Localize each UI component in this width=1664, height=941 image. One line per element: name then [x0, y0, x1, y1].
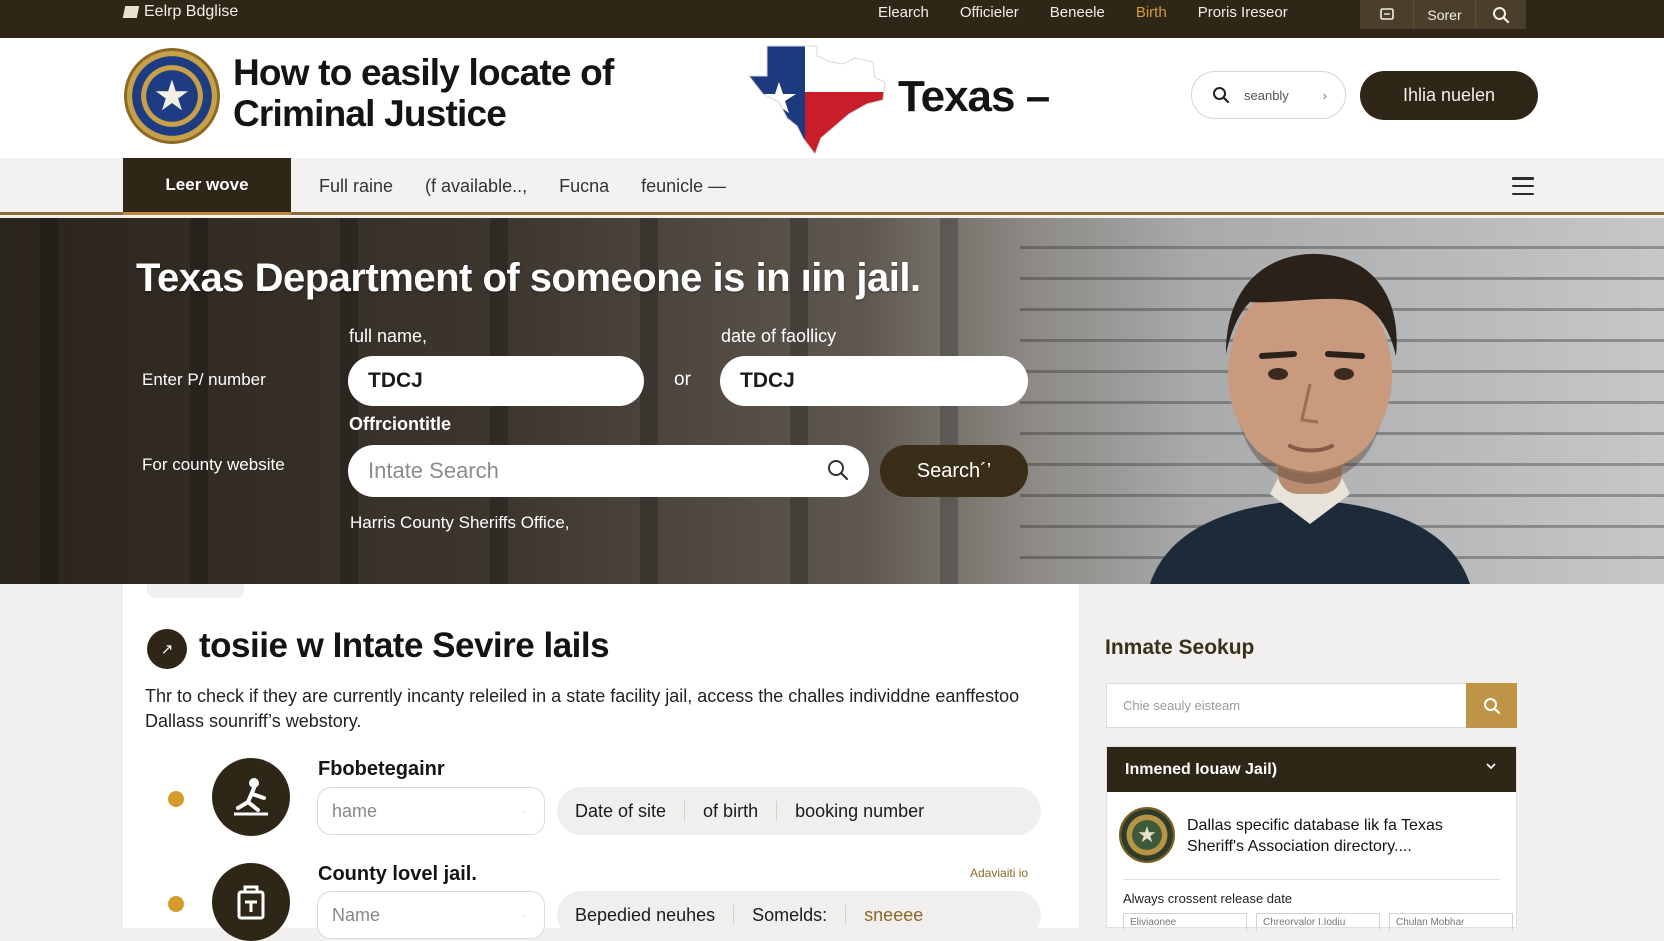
texas-flag-map-icon: [747, 45, 886, 156]
name-input-2[interactable]: Name ·: [317, 891, 545, 939]
tdcj-date-input[interactable]: TDCJ: [720, 356, 1028, 406]
name-input-1-placeholder: hame: [332, 800, 378, 821]
main-nav: Leer wove Full raine (f available.., Fuc…: [0, 158, 1664, 215]
jail-directory-card: Inmened Iouaw Jail) ★ Dallas specific da…: [1106, 746, 1517, 931]
or-separator: or: [674, 369, 691, 390]
hero-headline: Texas Department of someone is in ıin ja…: [136, 256, 921, 300]
search-icon: [1213, 87, 1230, 104]
header-search[interactable]: seanbly ›: [1191, 71, 1346, 119]
hero-banner: Texas Department of someone is in ıin ja…: [0, 218, 1664, 584]
sidebar-search-input[interactable]: Chie seauly eisteam: [1106, 683, 1517, 728]
state-label: Texas –: [898, 72, 1050, 121]
arrow-up-right-icon: ↗: [147, 629, 187, 669]
message-button[interactable]: [1360, 0, 1414, 29]
top-link-elearch[interactable]: Elearch: [878, 4, 929, 21]
nav-item-available[interactable]: (f available..,: [425, 176, 527, 197]
chip-of-birth[interactable]: of birth: [685, 801, 778, 821]
top-search-button[interactable]: [1476, 0, 1526, 29]
flag-icon: [122, 6, 140, 18]
brand-label: Eelrp Bdglise: [144, 3, 239, 20]
chevron-right-icon: ›: [1322, 87, 1327, 103]
chip-sneeee[interactable]: sneeee: [846, 905, 941, 925]
jail-building-icon: [212, 863, 290, 941]
header-search-text: seanbly: [1244, 87, 1289, 103]
chip-somelds[interactable]: Somelds:: [734, 905, 847, 925]
row-meta-2: Adaviaiti io: [970, 866, 1029, 880]
search-icon: [1483, 697, 1500, 714]
section-title: tosiie w Intate Sevire lails: [199, 626, 610, 665]
site-header: ★ How to easily locate of Criminal Justi…: [0, 38, 1664, 158]
tdcj-number-value: TDCJ: [368, 369, 423, 392]
top-link-birth[interactable]: Birth: [1136, 4, 1167, 21]
sheriff-badge-icon: ★: [1119, 807, 1175, 863]
brand[interactable]: Eelrp Bdglise: [122, 0, 239, 24]
release-note: Always crossent release date: [1123, 891, 1293, 906]
top-link-officieler[interactable]: Officieler: [960, 4, 1019, 21]
sidebar-search-placeholder: Chie seauly eisteam: [1123, 698, 1241, 713]
search-icon: [828, 460, 849, 481]
save-label: Sorer: [1427, 6, 1462, 23]
mini-field-1[interactable]: Eliviaonee: [1123, 913, 1247, 931]
name-input-1[interactable]: hame ·: [317, 787, 545, 835]
row-title-1: Fbobetegainr: [318, 758, 445, 780]
message-icon: [1379, 7, 1394, 20]
nav-item-fucna[interactable]: Fucna: [559, 176, 609, 197]
filter-chips-2: Bepedied neuhes Somelds: sneeee: [557, 891, 1041, 939]
sidebar-search-button[interactable]: [1466, 683, 1517, 728]
nav-item-feunicle[interactable]: feunicle —: [641, 176, 726, 197]
card-tab: [147, 584, 244, 598]
chip-bepedied[interactable]: Bepedied neuhes: [557, 905, 735, 925]
label-official: Offrciontitle: [349, 414, 451, 434]
mini-field-3[interactable]: Chulan Mobhar: [1389, 913, 1513, 931]
mini-field-2[interactable]: Chreorvalor I.Iodiu: [1256, 913, 1380, 931]
top-link-beneele[interactable]: Beneele: [1050, 4, 1105, 21]
bullet-dot: [168, 791, 184, 807]
chip-booking-number[interactable]: booking number: [777, 801, 942, 821]
top-actions: Sorer: [1360, 0, 1526, 29]
row-title-2: County lovel jail.: [318, 863, 477, 885]
search-icon: [1493, 6, 1510, 23]
inmate-search-input[interactable]: Intate Search: [348, 445, 869, 497]
label-date: date of faollicy: [721, 326, 837, 346]
top-link-proris[interactable]: Proris Ireseor: [1198, 4, 1288, 21]
star-icon: ★: [153, 72, 191, 119]
chip-date-of-site[interactable]: Date of site: [557, 801, 686, 821]
top-utility-bar: Eelrp Bdglise Elearch Officieler Beneele…: [0, 0, 1664, 38]
sidebar-title: Inmate Seokup: [1105, 636, 1255, 659]
mini-fields: Eliviaonee Chreorvalor I.Iodiu Chulan Mo…: [1123, 913, 1513, 931]
nav-item-active[interactable]: Leer wove: [123, 158, 291, 215]
tdcj-number-input[interactable]: TDCJ: [348, 356, 644, 406]
directory-description[interactable]: Dallas specific database lik fa Texas Sh…: [1187, 815, 1497, 857]
nav-item-full-raine[interactable]: Full raine: [319, 176, 393, 197]
divider: [1123, 879, 1500, 880]
site-title: How to easily locate of Criminal Justice: [233, 52, 614, 134]
name-input-2-placeholder: Name: [332, 904, 381, 925]
handcuff-person-icon: [212, 758, 290, 836]
menu-icon[interactable]: [1512, 177, 1534, 195]
section-description: Thr to check if they are currently incan…: [145, 686, 1020, 731]
save-button[interactable]: Sorer: [1414, 0, 1476, 29]
label-enter-number: Enter P/ number: [142, 370, 266, 389]
inmate-search-placeholder: Intate Search: [368, 458, 499, 483]
office-note: Harris County Sheriffs Office,: [350, 513, 570, 532]
jail-dropdown[interactable]: Inmened Iouaw Jail): [1107, 747, 1516, 792]
label-full-name: full name,: [349, 326, 428, 346]
inmate-portrait-image: [1150, 253, 1470, 584]
header-cta-button[interactable]: Ihlia nuelen: [1360, 71, 1538, 120]
label-county-website: For county website: [142, 455, 285, 474]
tdcj-seal-logo[interactable]: ★: [124, 48, 220, 144]
chevron-down-icon: [1486, 763, 1496, 770]
filter-chips-1: Date of site of birth booking number: [557, 787, 1041, 835]
top-links: Elearch Officieler Beneele Birth Proris …: [878, 0, 1288, 24]
jail-dropdown-label: Inmened Iouaw Jail): [1125, 760, 1278, 778]
tdcj-date-value: TDCJ: [740, 369, 795, 392]
search-button[interactable]: Search´’: [880, 445, 1028, 497]
bullet-dot: [168, 896, 184, 912]
nav-links: Full raine (f available.., Fucna feunicl…: [319, 158, 726, 215]
